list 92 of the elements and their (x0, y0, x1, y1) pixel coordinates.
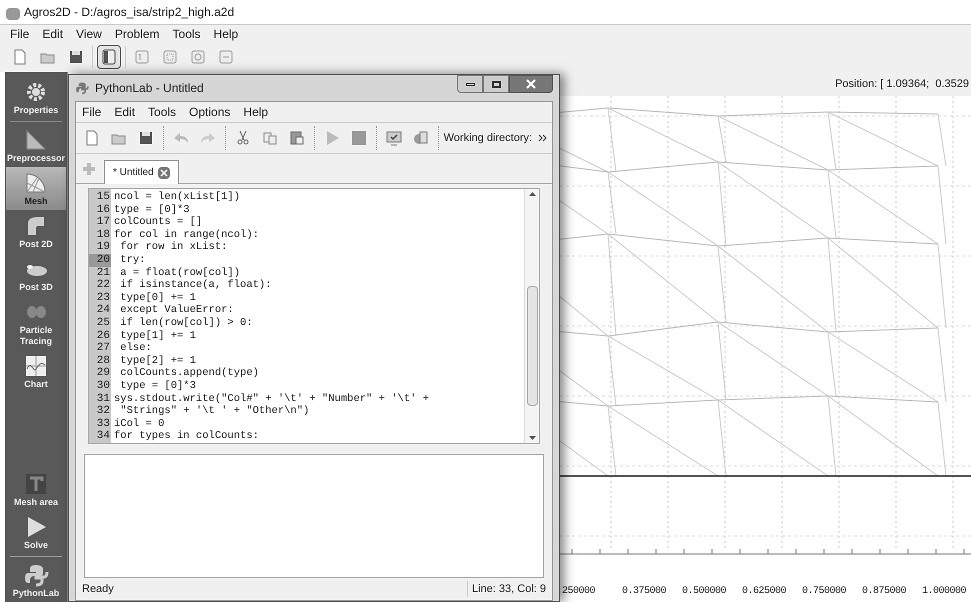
code-line: type[1] += 1 (119, 330, 197, 342)
code-line: except ValueError: (119, 304, 235, 317)
minimize-button[interactable] (457, 75, 483, 93)
menu-item[interactable]: Problem (114, 24, 160, 42)
code-line: if isinstance(a, float): (119, 279, 273, 292)
sidebar-item[interactable]: Properties (6, 76, 66, 119)
line-number: 21 (96, 266, 111, 280)
sidebar-item[interactable]: Preprocessor (6, 124, 66, 167)
line-number: 15 (96, 191, 111, 204)
code-line: "Strings" + '\t ' + "Other\n") (119, 405, 310, 418)
status-message: Ready (82, 582, 114, 597)
axis-label: 0.625000 (742, 585, 788, 599)
line-number: 29 (96, 367, 111, 380)
line-number: 33 (96, 418, 111, 430)
scroll-down-icon[interactable] (528, 436, 536, 441)
sidebar-item[interactable]: Post 2D (6, 210, 66, 253)
line-number: 19 (96, 241, 111, 254)
axis-label: 1.000000 (922, 585, 968, 599)
chevron-icon[interactable] (538, 132, 548, 144)
cursor-position: Line: 33, Col: 9 (467, 580, 546, 598)
code-line: try: (119, 254, 146, 267)
close-button[interactable] (509, 75, 553, 93)
menu-item[interactable]: Help (243, 103, 268, 121)
python-icon (75, 81, 89, 95)
code-line: ncol = len(xList[1]) (114, 191, 242, 204)
code-line: for col in range(ncol): (114, 228, 260, 241)
panel-icon[interactable] (97, 45, 121, 69)
menu-item[interactable]: Edit (42, 24, 64, 42)
line-number: 22 (96, 279, 111, 292)
sidebar-item[interactable]: Mesh area (6, 468, 66, 511)
working-directory-label: Working directory: (444, 130, 532, 146)
code-line: for row in xList: (119, 241, 228, 254)
code-line: type = [0]*3 (114, 204, 191, 216)
sidebar-item[interactable]: PythonLab (6, 559, 66, 602)
axis-label: 250000 (562, 585, 596, 599)
sidebar-item[interactable]: Mesh (6, 167, 66, 210)
code-editor[interactable] (88, 188, 540, 444)
menu-item[interactable]: Tools (148, 103, 176, 121)
chart-icon (23, 353, 49, 379)
code-line: a = float(row[col]) (119, 266, 242, 279)
line-number: 31 (96, 392, 111, 406)
console-output[interactable] (84, 454, 544, 578)
window-title: PythonLab - Untitled (95, 80, 204, 97)
position-readout: Position: [ 1.09364; 0.3529 (835, 76, 970, 92)
maximize-button[interactable] (483, 75, 509, 93)
line-number: 27 (96, 342, 111, 355)
close-icon[interactable] (158, 166, 170, 178)
line-number: 18 (96, 228, 111, 242)
menu-item[interactable]: Edit (114, 103, 136, 121)
close-icon (526, 79, 536, 89)
line-number: 17 (96, 216, 111, 229)
line-number: 30 (96, 380, 111, 392)
code-line: if len(row[col]) > 0: (119, 316, 254, 330)
code-line: colCounts = [] (114, 216, 204, 229)
sidebar-item[interactable]: Solve (6, 511, 66, 554)
window-title: Agros2D - D:/agros_isa/strip2_high.a2d (24, 4, 234, 21)
code-line: type[0] += 1 (119, 292, 197, 304)
menu-item[interactable]: Help (214, 24, 238, 42)
line-number: 20 (89, 254, 111, 267)
code-line: sys.stdout.write("Col#" + '\t' + "Number" + '\t' + (114, 392, 430, 405)
line-number: 16 (96, 204, 111, 216)
sidebar-item[interactable]: Particle Tracing (6, 296, 66, 350)
line-number: 24 (96, 304, 111, 317)
scroll-up-icon[interactable] (528, 191, 536, 196)
axis-label: 0.500000 (682, 585, 728, 599)
code-line: type[2] += 1 (119, 354, 197, 367)
code-line: colCounts.append(type) (119, 367, 260, 380)
text-icon (23, 471, 49, 497)
line-number: 34 (96, 430, 111, 443)
python-icon (23, 562, 49, 588)
code-line: for types in colCounts: (114, 430, 260, 443)
sidebar-item[interactable]: Chart (6, 350, 66, 393)
code-line: else: (119, 342, 153, 355)
axis-label: 0.750000 (802, 585, 848, 599)
scrollbar[interactable] (524, 189, 539, 443)
code-line: type = [0]*3 (119, 380, 197, 392)
code-line: iCol = 0 (114, 418, 166, 430)
editor-tab[interactable]: * Untitled (104, 160, 179, 184)
menu-item[interactable]: View (76, 24, 102, 42)
menu-item[interactable]: Tools (172, 24, 201, 42)
line-number: 25 (96, 316, 111, 330)
axis-label: 0.875000 (862, 585, 908, 599)
line-number: 23 (96, 292, 111, 304)
menu-item[interactable]: Options (189, 103, 230, 121)
sidebar-item[interactable]: Post 3D (6, 253, 66, 296)
line-number: 26 (96, 330, 111, 342)
axis-label: 0.375000 (622, 585, 668, 599)
app-icon (6, 8, 20, 20)
menu-item[interactable]: File (10, 24, 30, 42)
menu-item[interactable]: File (82, 103, 102, 121)
line-number: 32 (96, 405, 111, 418)
line-number: 28 (96, 354, 111, 368)
